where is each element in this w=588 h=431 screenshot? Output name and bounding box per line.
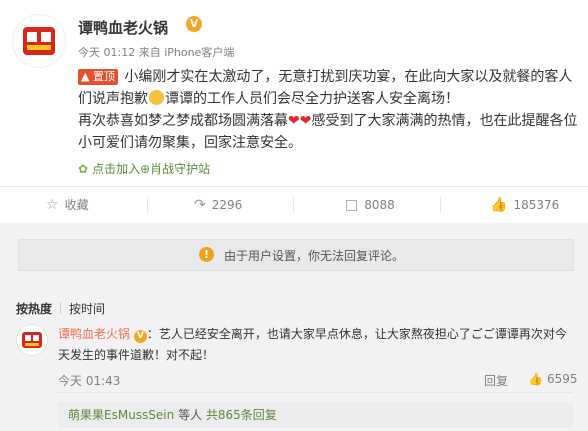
comment-time: 今天 01:43 [58,374,121,388]
divider [147,197,148,213]
post-text-2: 谭谭的工作人员们会尽全力护送客人安全离场！ [165,91,459,107]
verified-icon: V [133,330,147,343]
thumbs-up-icon: 👍 [528,372,543,386]
divider [440,197,441,213]
sad-face-icon [149,90,164,105]
like-button[interactable]: 👍 185376 [490,187,559,223]
sub-reply-mid: 等人 [174,408,206,422]
sub-reply-user[interactable]: 萌果果EsMussSein [68,408,174,422]
section-gap [0,223,588,232]
sub-replies-link[interactable]: 萌果果EsMussSein 等人 共865条回复 [58,402,573,428]
sort-by-hot[interactable]: 按热度 [16,302,52,316]
supertopic-label: 点击加入⊕肖战守护站 [92,162,211,176]
info-icon: ! [199,247,214,262]
comment-icon: □ [345,197,359,213]
sub-reply-count[interactable]: 共865条回复 [206,408,277,422]
sort-by-time[interactable]: 按时间 [69,302,105,316]
divider [60,302,62,314]
comment-author[interactable]: 谭鸭血老火锅 [58,327,130,341]
comment-avatar[interactable] [16,324,48,356]
comment-text: 谭鸭血老火锅 V ：艺人已经安全离开，也请大家早点休息，让大家熬夜担心了ごご谭谭再… [58,324,573,366]
author-avatar[interactable] [12,14,66,68]
divider [293,197,294,213]
verified-icon: V [186,16,202,32]
reply-disabled-notice: ! 由于用户设置，你无法回复评论。 [18,239,574,271]
notice-text: 由于用户设置，你无法回复评论。 [224,249,405,263]
comment-like-button[interactable]: 👍 6595 [528,372,578,386]
repost-button[interactable]: ↷ 2296 [194,187,242,223]
heart-icon: ❤❤ [288,113,312,129]
comment-button[interactable]: □ 8088 [345,187,395,223]
comment-sort: 按热度 按时间 [16,300,105,317]
leaf-icon: ✿ [78,162,89,176]
post-meta: 今天 01:12 来自 iPhone客户端 [78,46,235,59]
author-name[interactable]: 谭鸭血老火锅 [78,17,168,38]
divider [58,392,573,393]
reply-button[interactable]: 回复 [484,372,508,389]
star-icon: ☆ [46,197,59,213]
post-text-3: 再次恭喜如梦之梦成都场圆满落幕 [78,113,288,129]
supertopic-link[interactable]: ✿ 点击加入⊕肖战守护站 [78,160,210,177]
weibo-post: 谭鸭血老火锅 V 今天 01:12 来自 iPhone客户端 ▲ 置顶 小编刚才… [0,0,588,225]
thumbs-up-icon: 👍 [490,197,508,213]
repost-icon: ↷ [194,197,206,213]
action-bar: ☆ 收藏 ↷ 2296 □ 8088 👍 185376 [0,186,588,223]
favorite-button[interactable]: ☆ 收藏 [46,187,89,223]
comments-section: ! 由于用户设置，你无法回复评论。 按热度 按时间 谭鸭血老火锅 V ：艺人已经安全… [0,232,588,431]
post-body: ▲ 置顶 小编刚才实在太激动了，无意打扰到庆功宴，在此向大家以及就餐的客人们说声… [78,66,578,154]
pinned-badge: ▲ 置顶 [78,69,118,85]
